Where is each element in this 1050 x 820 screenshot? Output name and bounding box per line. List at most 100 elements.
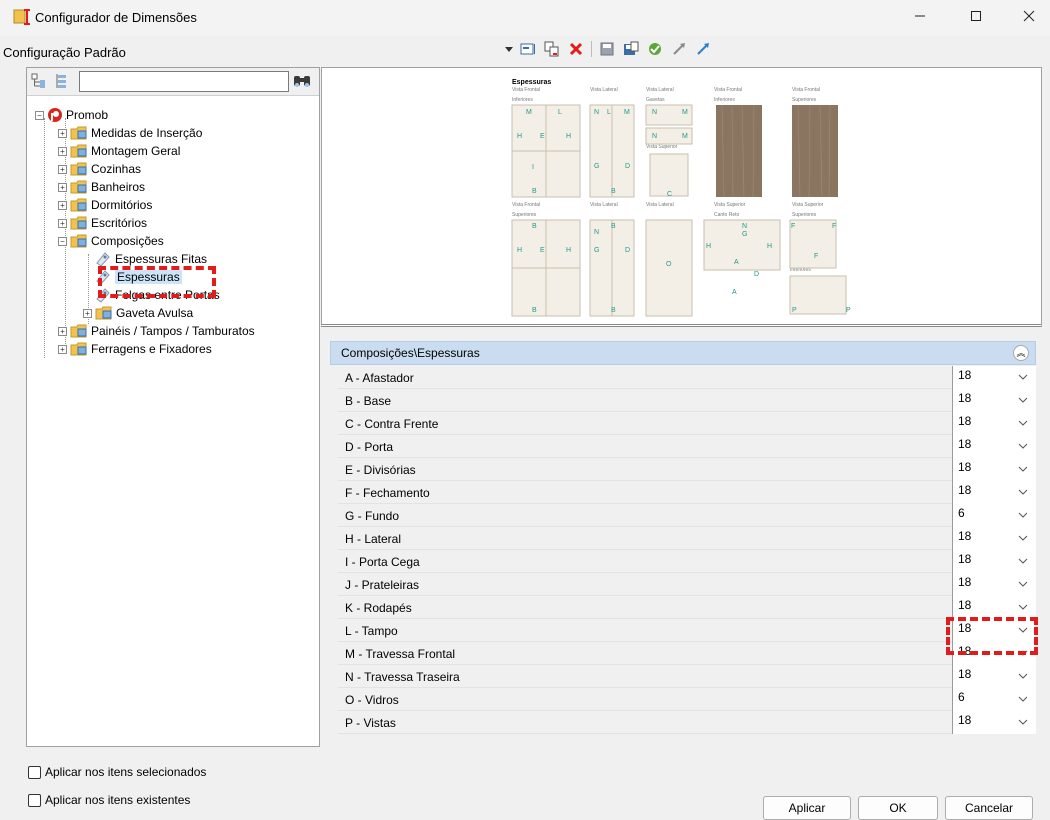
property-value-select[interactable]: 18 xyxy=(952,596,1036,619)
property-row[interactable]: P - Vistas 18 xyxy=(338,711,1036,734)
collapse-up-icon[interactable]: ︽ xyxy=(1013,345,1029,361)
chevron-down-icon[interactable] xyxy=(1018,487,1028,497)
chevron-down-icon[interactable] xyxy=(1018,441,1028,451)
expand-toggle-icon[interactable]: + xyxy=(58,128,67,138)
property-row[interactable]: I - Porta Cega 18 xyxy=(338,550,1036,573)
tree-item-dormitorios[interactable]: + Dormitórios xyxy=(58,196,152,214)
property-value-select[interactable]: 18 xyxy=(952,481,1036,504)
chevron-down-icon[interactable] xyxy=(1018,510,1028,520)
tree-item-cozinhas[interactable]: + Cozinhas xyxy=(58,160,141,178)
tree-item-gaveta-avulsa[interactable]: + Gaveta Avulsa xyxy=(83,304,193,322)
property-row[interactable]: A - Afastador 18 xyxy=(338,366,1036,389)
expand-toggle-icon[interactable]: + xyxy=(58,200,67,210)
property-label: G - Fundo xyxy=(345,509,400,523)
export-icon[interactable] xyxy=(670,40,688,58)
delete-icon[interactable] xyxy=(567,40,585,58)
expand-all-icon[interactable] xyxy=(31,73,47,89)
dropdown-icon[interactable] xyxy=(505,40,513,58)
tree-item-medidas-de-insercao[interactable]: + Medidas de Inserção xyxy=(58,124,202,142)
checkbox-box[interactable] xyxy=(28,793,41,807)
expand-toggle-icon[interactable]: + xyxy=(58,218,67,228)
property-row[interactable]: J - Prateleiras 18 xyxy=(338,573,1036,596)
property-value-select[interactable]: 18 xyxy=(952,366,1036,389)
maximize-button[interactable] xyxy=(953,0,999,32)
close-button[interactable] xyxy=(1006,0,1050,32)
layout-icon[interactable] xyxy=(519,40,537,58)
tree-root[interactable]: − Promob xyxy=(35,106,108,124)
property-row[interactable]: B - Base 18 xyxy=(338,389,1036,412)
svg-text:A: A xyxy=(732,289,737,296)
validate-icon[interactable] xyxy=(646,40,664,58)
property-row[interactable]: M - Travessa Frontal 18 xyxy=(338,642,1036,665)
expand-toggle-icon[interactable]: + xyxy=(58,182,67,192)
checkbox-box[interactable] xyxy=(28,765,41,779)
tree-search-input[interactable] xyxy=(79,71,289,92)
save-as-icon[interactable] xyxy=(622,40,640,58)
minimize-button[interactable] xyxy=(897,0,943,32)
tree-item-composicoes[interactable]: − Composições xyxy=(58,232,164,250)
property-row[interactable]: E - Divisórias 18 xyxy=(338,458,1036,481)
property-row[interactable]: K - Rodapés 18 xyxy=(338,596,1036,619)
property-value-select[interactable]: 6 xyxy=(952,688,1036,711)
property-label: A - Afastador xyxy=(345,371,414,385)
tree-item-paineis-tampos-tamburatos[interactable]: + Painéis / Tampos / Tamburatos xyxy=(58,322,255,340)
property-value-select[interactable]: 18 xyxy=(952,435,1036,458)
chevron-down-icon[interactable] xyxy=(1018,579,1028,589)
apply-selected-checkbox[interactable]: Aplicar nos itens selecionados xyxy=(28,765,206,779)
copy-icon[interactable] xyxy=(543,40,561,58)
property-row[interactable]: F - Fechamento 18 xyxy=(338,481,1036,504)
chevron-down-icon[interactable] xyxy=(1018,717,1028,727)
tree-item-banheiros[interactable]: + Banheiros xyxy=(58,178,145,196)
property-value-select[interactable]: 18 xyxy=(952,573,1036,596)
property-value-select[interactable]: 18 xyxy=(952,412,1036,435)
svg-text:I: I xyxy=(532,164,534,171)
tree-item-montagem-geral[interactable]: + Montagem Geral xyxy=(58,142,180,160)
expand-toggle-icon[interactable]: + xyxy=(58,344,67,354)
tree-item-ferragens-e-fixadores[interactable]: + Ferragens e Fixadores xyxy=(58,340,212,358)
collapse-all-icon[interactable] xyxy=(53,73,69,89)
chevron-down-icon[interactable] xyxy=(1018,556,1028,566)
property-row[interactable]: N - Travessa Traseira 18 xyxy=(338,665,1036,688)
property-value-select[interactable]: 18 xyxy=(952,389,1036,412)
property-row[interactable]: C - Contra Frente 18 xyxy=(338,412,1036,435)
expand-toggle-icon[interactable]: + xyxy=(58,146,67,156)
property-value-select[interactable]: 6 xyxy=(952,504,1036,527)
cancel-button[interactable]: Cancelar xyxy=(945,796,1033,820)
property-value-select[interactable]: 18 xyxy=(952,550,1036,573)
chevron-down-icon[interactable] xyxy=(1018,533,1028,543)
property-row[interactable]: L - Tampo 18 xyxy=(338,619,1036,642)
chevron-down-icon[interactable] xyxy=(1018,671,1028,681)
property-value-select[interactable]: 18 xyxy=(952,711,1036,734)
expand-toggle-icon[interactable]: + xyxy=(58,326,67,336)
property-row[interactable]: D - Porta 18 xyxy=(338,435,1036,458)
chevron-down-icon[interactable] xyxy=(1018,418,1028,428)
tree-item-escritorios[interactable]: + Escritórios xyxy=(58,214,147,232)
property-value: 18 xyxy=(958,552,972,566)
chevron-down-icon[interactable] xyxy=(1018,694,1028,704)
property-row[interactable]: G - Fundo 6 xyxy=(338,504,1036,527)
collapse-toggle-icon[interactable]: − xyxy=(35,110,44,120)
save-icon[interactable] xyxy=(598,40,616,58)
expand-toggle-icon[interactable]: + xyxy=(58,164,67,174)
chevron-down-icon[interactable] xyxy=(1018,602,1028,612)
property-value-select[interactable]: 18 xyxy=(952,458,1036,481)
import-icon[interactable] xyxy=(694,40,712,58)
apply-existing-checkbox[interactable]: Aplicar nos itens existentes xyxy=(28,793,190,807)
expand-toggle-icon[interactable]: + xyxy=(83,308,92,318)
chevron-down-icon[interactable] xyxy=(1018,464,1028,474)
property-value-select[interactable]: 18 xyxy=(952,665,1036,688)
property-group-header[interactable]: Composições\Espessuras ︽ xyxy=(330,341,1036,365)
svg-text:B: B xyxy=(532,223,537,230)
property-value-select[interactable]: 18 xyxy=(952,527,1036,550)
ok-button[interactable]: OK xyxy=(858,796,938,820)
property-value: 18 xyxy=(958,437,972,451)
property-row[interactable]: O - Vidros 6 xyxy=(338,688,1036,711)
binoculars-icon[interactable] xyxy=(291,72,313,92)
chevron-down-icon[interactable] xyxy=(1018,372,1028,382)
property-row[interactable]: H - Lateral 18 xyxy=(338,527,1036,550)
svg-text:B: B xyxy=(532,307,537,314)
chevron-down-icon[interactable] xyxy=(1018,395,1028,405)
apply-button[interactable]: Aplicar xyxy=(763,796,851,820)
collapse-toggle-icon[interactable]: − xyxy=(58,236,67,246)
svg-text:F: F xyxy=(832,223,836,230)
